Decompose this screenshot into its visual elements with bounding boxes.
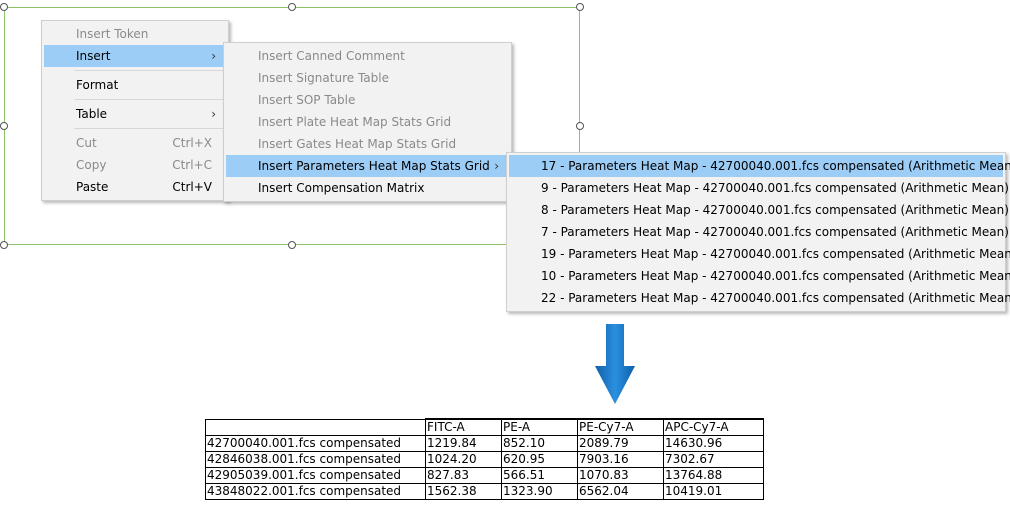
resize-handle-bottom-center[interactable] — [288, 241, 296, 249]
table-cell: 14630.96 — [663, 435, 764, 452]
table-row: 42905039.001.fcs compensated 827.83 566.… — [205, 467, 764, 484]
menu-item-insert-sop-table[interactable]: Insert SOP Table — [226, 89, 509, 111]
menu-item-label: Insert Gates Heat Map Stats Grid — [258, 137, 457, 151]
table-cell: 43848022.001.fcs compensated — [205, 483, 426, 500]
menu-item-label: Insert — [76, 49, 111, 63]
shortcut-label: Ctrl+X — [172, 136, 212, 150]
heatmap-item[interactable]: 22 - Parameters Heat Map - 42700040.001.… — [509, 287, 1010, 309]
table-row: 43848022.001.fcs compensated 1562.38 132… — [205, 483, 764, 500]
heatmap-item[interactable]: 17 - Parameters Heat Map - 42700040.001.… — [509, 155, 1010, 177]
table-row: 42700040.001.fcs compensated 1219.84 852… — [205, 435, 764, 452]
resize-handle-top-center[interactable] — [288, 3, 296, 11]
menu-item-insert-parameters-heat-map[interactable]: Insert Parameters Heat Map Stats Grid › — [226, 155, 509, 177]
insert-submenu: Insert Canned Comment Insert Signature T… — [223, 42, 512, 202]
menu-item-insert-compensation-matrix[interactable]: Insert Compensation Matrix — [226, 177, 509, 199]
menu-item-label: Format — [76, 78, 119, 92]
down-arrow-icon — [595, 324, 635, 404]
menu-item-label: 19 - Parameters Heat Map - 42700040.001.… — [541, 247, 1010, 261]
menu-item-label: 17 - Parameters Heat Map - 42700040.001.… — [541, 159, 1010, 173]
table-cell: 6562.04 — [577, 483, 664, 500]
menu-item-label: Insert SOP Table — [258, 93, 356, 107]
table-header-cell: PE-A — [501, 418, 578, 436]
table-cell: 852.10 — [501, 435, 578, 452]
menu-item-insert-plate-heat-map[interactable]: Insert Plate Heat Map Stats Grid — [226, 111, 509, 133]
table-header-cell: FITC-A — [425, 418, 502, 436]
heatmap-item[interactable]: 10 - Parameters Heat Map - 42700040.001.… — [509, 265, 1010, 287]
table-cell: 566.51 — [501, 467, 578, 484]
table-cell: 42905039.001.fcs compensated — [205, 467, 426, 484]
context-menu: Insert Token Insert › Format Table › Cut Ct… — [41, 20, 229, 201]
resize-handle-top-right[interactable] — [576, 3, 584, 11]
submenu-arrow-icon: › — [211, 107, 216, 121]
menu-item-copy[interactable]: Copy Ctrl+C — [44, 154, 226, 176]
menu-item-label: Insert Parameters Heat Map Stats Grid — [258, 159, 490, 173]
stats-table: FITC-A PE-A PE-Cy7-A APC-Cy7-A 42700040.… — [205, 418, 764, 500]
table-cell: 7903.16 — [577, 451, 664, 468]
shortcut-label: Ctrl+C — [172, 158, 212, 172]
menu-item-label: Insert Compensation Matrix — [258, 181, 425, 195]
heatmap-item[interactable]: 19 - Parameters Heat Map - 42700040.001.… — [509, 243, 1010, 265]
menu-item-table[interactable]: Table › — [44, 103, 226, 125]
menu-item-label: Insert Canned Comment — [258, 49, 405, 63]
heatmap-item[interactable]: 9 - Parameters Heat Map - 42700040.001.f… — [509, 177, 1009, 199]
menu-item-cut[interactable]: Cut Ctrl+X — [44, 132, 226, 154]
menu-item-insert[interactable]: Insert › — [44, 45, 226, 67]
menu-item-label: 10 - Parameters Heat Map - 42700040.001.… — [541, 269, 1010, 283]
menu-item-label: Cut — [76, 136, 97, 150]
menu-item-label: Insert Signature Table — [258, 71, 389, 85]
menu-item-insert-signature-table[interactable]: Insert Signature Table — [226, 67, 509, 89]
menu-item-label: 7 - Parameters Heat Map - 42700040.001.f… — [541, 225, 1009, 239]
table-cell: 1323.90 — [501, 483, 578, 500]
menu-item-label: 9 - Parameters Heat Map - 42700040.001.f… — [541, 181, 1009, 195]
resize-handle-middle-right[interactable] — [576, 122, 584, 130]
table-cell: 42700040.001.fcs compensated — [205, 435, 426, 452]
table-cell: 2089.79 — [577, 435, 664, 452]
resize-handle-middle-left[interactable] — [0, 122, 8, 130]
menu-item-insert-canned-comment[interactable]: Insert Canned Comment — [226, 45, 509, 67]
menu-item-label: Copy — [76, 158, 107, 172]
menu-item-label: Paste — [76, 180, 109, 194]
table-header-cell: APC-Cy7-A — [663, 418, 764, 436]
table-cell: 1219.84 — [425, 435, 502, 452]
heatmap-submenu: 17 - Parameters Heat Map - 42700040.001.… — [506, 152, 1010, 312]
table-cell: 7302.67 — [663, 451, 764, 468]
table-cell: 1562.38 — [425, 483, 502, 500]
table-row: 42846038.001.fcs compensated 1024.20 620… — [205, 451, 764, 468]
heatmap-item[interactable]: 7 - Parameters Heat Map - 42700040.001.f… — [509, 221, 1009, 243]
submenu-arrow-icon: › — [211, 49, 216, 63]
menu-item-label: Table — [76, 107, 108, 121]
heatmap-item[interactable]: 8 - Parameters Heat Map - 42700040.001.f… — [509, 199, 1009, 221]
shortcut-label: Ctrl+V — [172, 180, 212, 194]
table-header-row: FITC-A PE-A PE-Cy7-A APC-Cy7-A — [205, 418, 764, 436]
table-cell: 827.83 — [425, 467, 502, 484]
menu-item-label: Insert Token — [76, 27, 149, 41]
table-cell: 620.95 — [501, 451, 578, 468]
table-header-cell — [205, 418, 426, 436]
menu-item-format[interactable]: Format — [44, 74, 226, 96]
menu-item-insert-gates-heat-map[interactable]: Insert Gates Heat Map Stats Grid — [226, 133, 509, 155]
menu-item-label: Insert Plate Heat Map Stats Grid — [258, 115, 452, 129]
menu-item-paste[interactable]: Paste Ctrl+V — [44, 176, 226, 198]
menu-separator — [74, 70, 224, 71]
table-cell: 42846038.001.fcs compensated — [205, 451, 426, 468]
table-cell: 10419.01 — [663, 483, 764, 500]
menu-item-insert-token[interactable]: Insert Token — [44, 23, 226, 45]
menu-item-label: 8 - Parameters Heat Map - 42700040.001.f… — [541, 203, 1009, 217]
table-header-cell: PE-Cy7-A — [577, 418, 664, 436]
table-cell: 1070.83 — [577, 467, 664, 484]
menu-item-label: 22 - Parameters Heat Map - 42700040.001.… — [541, 291, 1010, 305]
table-cell: 1024.20 — [425, 451, 502, 468]
submenu-arrow-icon: › — [494, 159, 499, 173]
table-cell: 13764.88 — [663, 467, 764, 484]
menu-separator — [74, 128, 224, 129]
resize-handle-top-left[interactable] — [0, 3, 8, 11]
menu-separator — [74, 99, 224, 100]
resize-handle-bottom-left[interactable] — [0, 241, 8, 249]
